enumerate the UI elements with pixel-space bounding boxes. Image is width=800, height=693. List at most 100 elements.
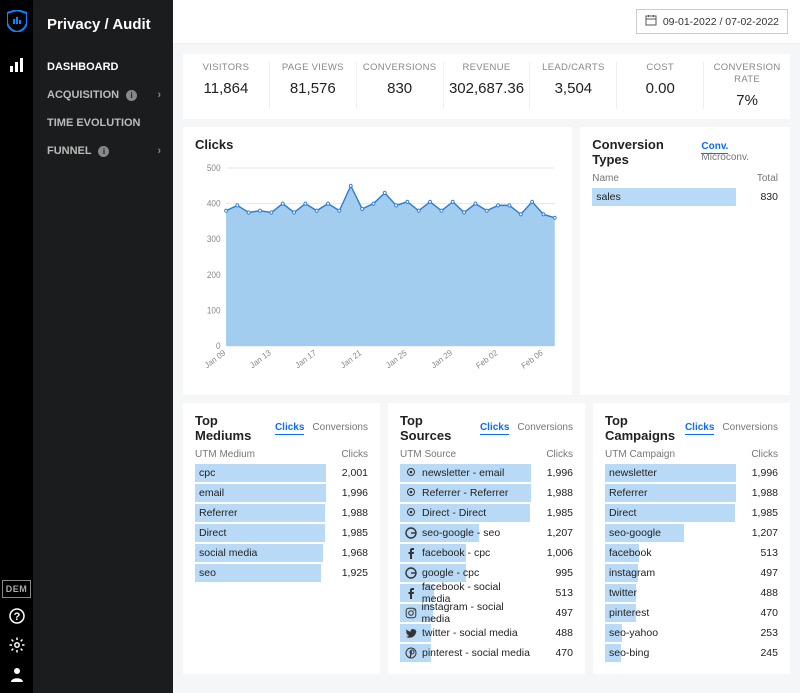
list-item[interactable]: newsletter1,996 [605,464,778,482]
stat-page-views: PAGE VIEWS 81,576 [270,62,357,109]
row-value: 1,207 [736,527,778,539]
row-value: 513 [736,547,778,559]
svg-text:Jan 13: Jan 13 [248,347,272,370]
list-item[interactable]: Referrer 1,988 [195,504,368,522]
list-item[interactable]: social media1,968 [195,544,368,562]
top-mediums-card: Top Mediums ClicksConversions UTM Medium… [183,403,380,674]
list-item[interactable]: facebook - cpc1,006 [400,544,573,562]
clicks-chart-title: Clicks [195,137,560,152]
top-campaigns-card: Top Campaigns ClicksConversions UTM Camp… [593,403,790,674]
row-label: sales [596,191,621,203]
list-item[interactable]: instagram - social media497 [400,604,573,622]
row-value: 1,925 [326,567,368,579]
list-item[interactable]: Direct1,985 [195,524,368,542]
analytics-icon[interactable] [7,55,27,75]
sidebar-item-dashboard[interactable]: DASHBOARD [47,53,161,81]
list-item[interactable]: seo-bing245 [605,644,778,662]
row-label: Direct [609,507,636,519]
list-item[interactable]: email1,996 [195,484,368,502]
tab-clicks[interactable]: Clicks [275,422,304,435]
list-item[interactable]: seo-yahoo253 [605,624,778,642]
app-logo-icon [7,10,27,35]
row-value: 1,988 [326,507,368,519]
stat-value: 11,864 [187,80,265,97]
list-item[interactable]: facebook - social media513 [400,584,573,602]
sidebar-item-funnel[interactable]: FUNNEL i› [47,137,161,165]
col-clicks: Clicks [546,449,573,460]
sidebar: Privacy / Audit DASHBOARDACQUISITION i›T… [33,0,173,693]
list-item[interactable]: seo-google - seo1,207 [400,524,573,542]
row-value: 513 [531,587,573,599]
top-sources-card: Top Sources ClicksConversions UTM Source… [388,403,585,674]
tab-conversions[interactable]: Conversions [722,422,778,433]
gear-icon[interactable] [9,637,25,656]
row-label: Direct [199,527,226,539]
stat-visitors: VISITORS11,864 [183,62,270,109]
stat-conversion-rate: CONVERSION RATE7% [704,62,790,109]
chevron-right-icon: › [157,89,161,101]
list-item[interactable]: Direct - Direct1,985 [400,504,573,522]
sidebar-item-time-evolution[interactable]: TIME EVOLUTION [47,109,161,137]
list-item[interactable]: Direct 1,985 [605,504,778,522]
svg-text:Feb 06: Feb 06 [520,347,545,370]
row-label: email [199,487,224,499]
svg-text:Jan 29: Jan 29 [430,347,454,370]
tab-clicks[interactable]: Clicks [480,422,509,435]
row-value: 1,988 [531,487,573,499]
stat-label: REVENUE [448,62,526,74]
list-item[interactable]: Referrer1,988 [605,484,778,502]
row-label: newsletter [609,467,657,479]
user-icon[interactable] [9,666,25,685]
list-item[interactable]: sales830 [592,188,778,206]
list-item[interactable]: pinterest470 [605,604,778,622]
tab-clicks[interactable]: Clicks [685,422,714,435]
list-item[interactable]: twitter - social media488 [400,624,573,642]
stat-value: 81,576 [274,80,352,97]
row-label: google - cpc [422,567,479,579]
list-item[interactable]: seo1,925 [195,564,368,582]
row-value: 488 [531,627,573,639]
col-utm-source: UTM Source [400,449,456,460]
list-item[interactable]: seo-google1,207 [605,524,778,542]
list-item[interactable]: twitter488 [605,584,778,602]
pin-icon [404,506,418,520]
stat-label: PAGE VIEWS [274,62,352,74]
list-item[interactable]: Referrer - Referrer1,988 [400,484,573,502]
col-name: Name [592,173,619,184]
row-label: Referrer [199,507,238,519]
list-item[interactable]: pinterest - social media470 [400,644,573,662]
stat-value: 7% [708,92,786,109]
list-item[interactable]: facebook 513 [605,544,778,562]
pin-icon [404,466,418,480]
list-item[interactable]: cpc2,001 [195,464,368,482]
conversion-types-tabs: Conv. Microconv. [693,141,778,163]
row-label: pinterest - social media [422,647,530,659]
list-item[interactable]: instagram497 [605,564,778,582]
col-utm-medium: UTM Medium [195,449,255,460]
stat-value: 830 [361,80,439,97]
row-label: Direct - Direct [422,507,486,519]
row-label: facebook [609,547,652,559]
col-clicks: Clicks [341,449,368,460]
facebook-icon [404,546,418,560]
stat-cost: COST0.00 [617,62,704,109]
svg-text:Jan 17: Jan 17 [294,347,318,370]
list-item[interactable]: google - cpc995 [400,564,573,582]
main: 09-01-2022 / 07-02-2022 VISITORS11,864PA… [173,0,800,693]
row-value: 2,001 [326,467,368,479]
row-value: 1,985 [736,507,778,519]
row-value: 253 [736,627,778,639]
tab-microconv[interactable]: Microconv. [701,152,749,163]
pin-icon [404,486,418,500]
svg-text:Feb 02: Feb 02 [475,347,500,370]
row-value: 1,968 [326,547,368,559]
tab-conversions[interactable]: Conversions [517,422,573,433]
tab-conversions[interactable]: Conversions [312,422,368,433]
date-range-picker[interactable]: 09-01-2022 / 07-02-2022 [636,9,788,34]
row-label: twitter [609,587,637,599]
row-value: 497 [736,567,778,579]
help-icon[interactable]: ? [9,608,25,627]
dem-badge[interactable]: DEM [2,580,32,598]
sidebar-item-acquisition[interactable]: ACQUISITION i› [47,81,161,109]
list-item[interactable]: newsletter - email1,996 [400,464,573,482]
